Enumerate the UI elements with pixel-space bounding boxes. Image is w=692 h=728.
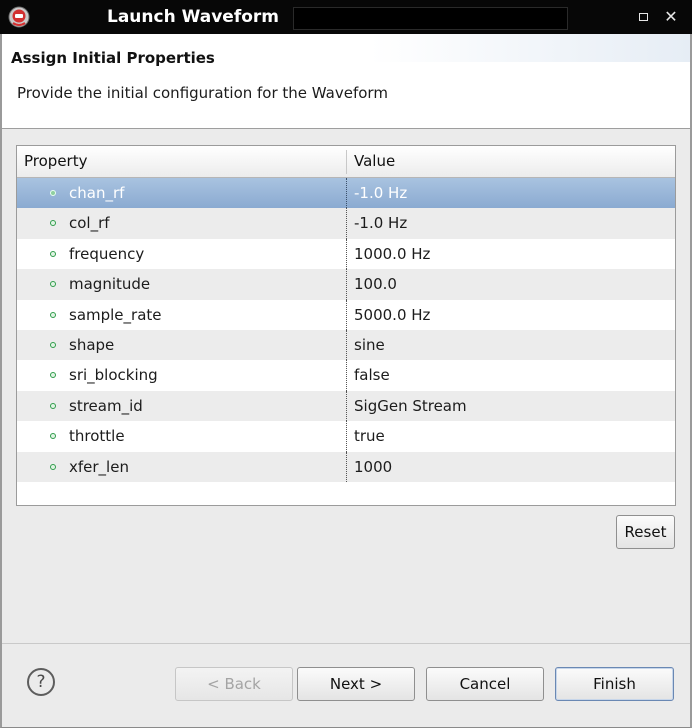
property-value-cell[interactable]: 100.0 — [354, 269, 397, 299]
next-button[interactable]: Next > — [297, 667, 415, 701]
property-value-cell[interactable]: -1.0 Hz — [354, 178, 407, 208]
column-header-value[interactable]: Value — [354, 146, 395, 177]
property-name-cell: sample_rate — [69, 305, 162, 324]
table-row[interactable]: xfer_len 1000 — [17, 451, 675, 482]
reset-button[interactable]: Reset — [616, 515, 675, 549]
maximize-button[interactable] — [633, 7, 653, 27]
property-value-cell[interactable]: true — [354, 421, 385, 451]
page-title: Assign Initial Properties — [11, 49, 215, 67]
column-divider — [346, 329, 347, 361]
property-name-cell: col_rf — [69, 214, 110, 233]
property-bullet-icon — [50, 311, 56, 318]
column-divider — [346, 269, 347, 300]
finish-button[interactable]: Finish — [555, 667, 674, 701]
close-icon: ✕ — [664, 7, 678, 26]
back-button[interactable]: < Back — [175, 667, 293, 701]
property-value-cell[interactable]: SigGen Stream — [354, 391, 467, 421]
column-divider — [346, 451, 347, 482]
header-gradient — [370, 34, 690, 62]
column-header-property[interactable]: Property — [24, 146, 87, 177]
property-bullet-icon — [50, 341, 56, 348]
title-redacted-field — [293, 7, 568, 30]
property-name-cell: magnitude — [69, 275, 151, 294]
cancel-button[interactable]: Cancel — [426, 667, 544, 701]
window-title: Launch Waveform — [107, 7, 280, 27]
property-value-cell[interactable]: sine — [354, 330, 385, 360]
table-row[interactable]: throttle true — [17, 421, 675, 452]
footer-divider — [2, 643, 690, 644]
property-name-cell: throttle — [69, 427, 125, 446]
property-bullet-icon — [50, 190, 56, 196]
app-icon — [8, 6, 30, 28]
help-button[interactable]: ? — [27, 668, 55, 696]
property-name-cell: xfer_len — [69, 457, 129, 476]
property-name-cell: shape — [69, 335, 115, 354]
property-bullet-icon — [50, 372, 56, 379]
property-name-cell: stream_id — [69, 396, 143, 415]
property-bullet-icon — [50, 220, 56, 227]
property-name-cell: sri_blocking — [69, 366, 158, 385]
column-divider — [346, 208, 347, 239]
properties-table[interactable]: Property Value chan_rf -1.0 Hz col_rf -1.0 … — [16, 145, 676, 506]
table-row[interactable]: chan_rf -1.0 Hz — [17, 178, 675, 209]
column-divider — [346, 390, 347, 422]
help-icon: ? — [36, 672, 46, 692]
column-divider — [346, 178, 347, 209]
property-value-cell[interactable]: -1.0 Hz — [354, 208, 407, 238]
property-bullet-icon — [50, 250, 56, 257]
property-bullet-icon — [50, 281, 56, 288]
table-row[interactable]: col_rf -1.0 Hz — [17, 208, 675, 239]
column-divider — [346, 421, 347, 452]
table-header: Property Value — [17, 146, 675, 178]
property-bullet-icon — [50, 463, 56, 470]
property-name-cell: chan_rf — [69, 184, 125, 202]
property-value-cell[interactable]: 1000 — [354, 452, 392, 482]
property-bullet-icon — [50, 402, 56, 409]
column-separator[interactable] — [346, 150, 347, 174]
column-divider — [346, 238, 347, 270]
close-button[interactable]: ✕ — [661, 7, 681, 27]
property-value-cell[interactable]: 1000.0 Hz — [354, 239, 430, 269]
property-bullet-icon — [50, 433, 56, 440]
title-bar: Launch Waveform ✕ — [0, 0, 692, 34]
table-row[interactable]: sample_rate 5000.0 Hz — [17, 299, 675, 330]
table-row[interactable]: frequency 1000.0 Hz — [17, 238, 675, 270]
property-value-cell[interactable]: false — [354, 360, 390, 390]
property-name-cell: frequency — [69, 244, 145, 263]
wizard-header: Assign Initial Properties Provide the in… — [2, 34, 690, 129]
table-row[interactable]: sri_blocking false — [17, 360, 675, 391]
column-divider — [346, 299, 347, 330]
maximize-icon — [638, 13, 648, 21]
table-row[interactable]: stream_id SigGen Stream — [17, 390, 675, 422]
table-body: chan_rf -1.0 Hz col_rf -1.0 Hz frequency 1000… — [17, 178, 675, 482]
column-divider — [346, 360, 347, 391]
table-row[interactable]: magnitude 100.0 — [17, 269, 675, 300]
page-description: Provide the initial configuration for th… — [17, 84, 388, 102]
table-row[interactable]: shape sine — [17, 329, 675, 361]
property-value-cell[interactable]: 5000.0 Hz — [354, 300, 430, 330]
